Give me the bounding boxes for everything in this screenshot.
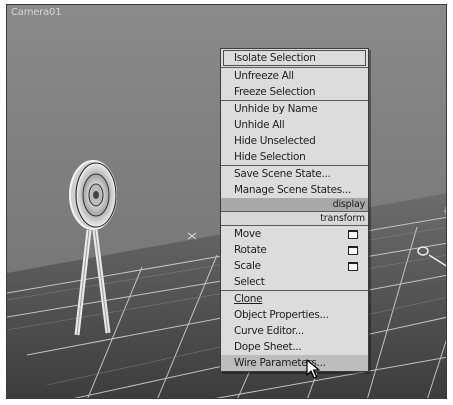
- freeze-group: Unfreeze All Freeze Selection: [221, 67, 368, 100]
- square-icon[interactable]: [348, 246, 358, 255]
- menu-item-label: Scale: [234, 260, 261, 272]
- menu-item-dope-sheet[interactable]: Dope Sheet...: [221, 339, 368, 355]
- menu-item-label: Rotate: [234, 244, 267, 256]
- square-icon[interactable]: [348, 230, 358, 239]
- transform-group: Move Rotate Scale Select: [221, 225, 368, 290]
- menu-item-clone[interactable]: Clone: [221, 291, 368, 307]
- quad-header-display[interactable]: display: [221, 198, 368, 211]
- menu-item-rotate[interactable]: Rotate: [221, 242, 368, 258]
- menu-item-select[interactable]: Select: [221, 274, 368, 290]
- menu-item-save-scene-state[interactable]: Save Scene State...: [221, 166, 368, 182]
- menu-item-manage-scene-states[interactable]: Manage Scene States...: [221, 182, 368, 198]
- menu-item-unhide-all[interactable]: Unhide All: [221, 117, 368, 133]
- menu-item-unhide-by-name[interactable]: Unhide by Name: [221, 101, 368, 117]
- menu-item-hide-selection[interactable]: Hide Selection: [221, 149, 368, 165]
- hide-group: Unhide by Name Unhide All Hide Unselecte…: [221, 100, 368, 165]
- edit-group: Clone Object Properties... Curve Editor.…: [221, 290, 368, 371]
- menu-item-move[interactable]: Move: [221, 226, 368, 242]
- menu-item-curve-editor[interactable]: Curve Editor...: [221, 323, 368, 339]
- viewport-label[interactable]: Camera01: [11, 7, 62, 18]
- quad-menu: Isolate Selection Unfreeze All Freeze Se…: [220, 48, 369, 372]
- menu-item-hide-unselected[interactable]: Hide Unselected: [221, 133, 368, 149]
- menu-item-freeze-selection[interactable]: Freeze Selection: [221, 84, 368, 100]
- arrow-cursor-icon: [306, 359, 320, 379]
- menu-item-isolate-selection[interactable]: Isolate Selection: [223, 50, 366, 66]
- menu-item-unfreeze-all[interactable]: Unfreeze All: [221, 68, 368, 84]
- square-icon[interactable]: [348, 262, 358, 271]
- quad-display-section: Isolate Selection: [221, 50, 368, 66]
- menu-item-object-properties[interactable]: Object Properties...: [221, 307, 368, 323]
- menu-item-wire-parameters[interactable]: Wire Parameters...: [221, 355, 368, 371]
- scene-state-group: Save Scene State... Manage Scene States.…: [221, 165, 368, 198]
- quad-header-transform[interactable]: transform: [221, 211, 368, 225]
- menu-item-scale[interactable]: Scale: [221, 258, 368, 274]
- menu-item-label: Move: [234, 228, 261, 240]
